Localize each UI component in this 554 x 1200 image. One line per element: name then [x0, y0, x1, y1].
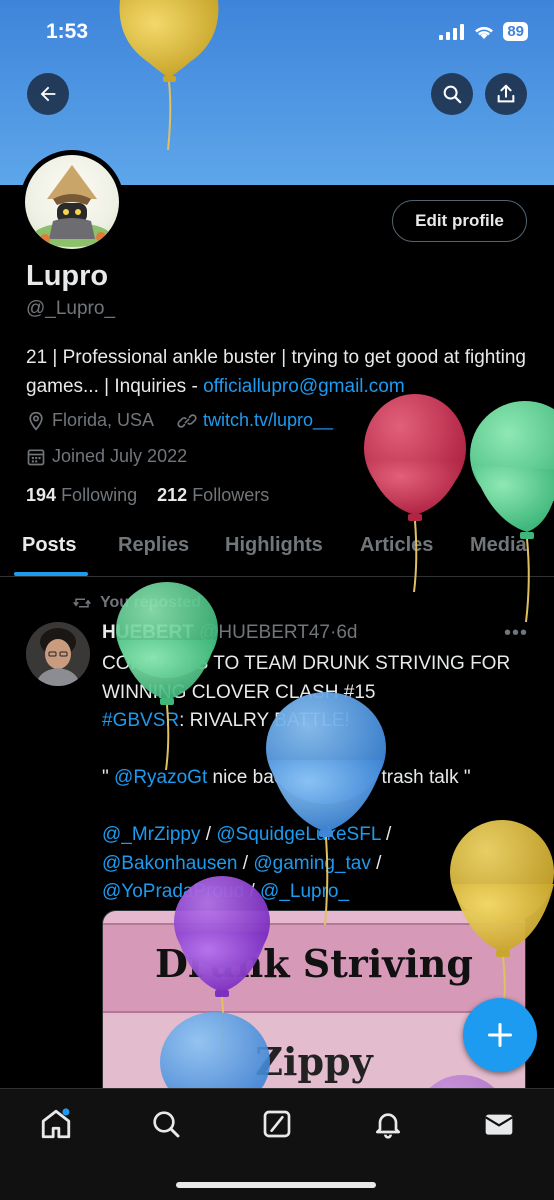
post-quote: " @RyazoGt nice backin up your trash tal…: [102, 764, 532, 793]
followers-link[interactable]: 212 Followers: [157, 485, 269, 505]
mail-icon: [485, 1114, 513, 1135]
bio-email-link[interactable]: officiallupro@gmail.com: [203, 376, 405, 397]
post-more-button[interactable]: •••: [504, 622, 528, 645]
followers-label: Followers: [192, 485, 270, 505]
post-mentions: @_MrZippy / @SquidgeLukeSFL / @Bakonhaus…: [102, 821, 532, 907]
back-button[interactable]: [27, 73, 69, 115]
profile-handle: @_Lupro_: [26, 298, 116, 319]
avatar-image: [34, 165, 110, 247]
nav-messages[interactable]: [481, 1106, 517, 1142]
mention-link[interactable]: @_Lupro_: [260, 881, 349, 902]
share-button[interactable]: [485, 73, 527, 115]
mention-link[interactable]: @gaming_tav: [253, 853, 371, 874]
profile-joined: Joined July 2022: [26, 446, 187, 467]
quote-mention-link[interactable]: @RyazoGt: [114, 767, 207, 788]
media-title: Drunk Striving: [155, 941, 473, 986]
home-icon: [41, 1108, 71, 1139]
post-author-handle[interactable]: @HUEBERT47: [199, 622, 330, 643]
tab-posts[interactable]: Posts: [22, 534, 76, 557]
profile-bio: 21 | Professional ankle buster | trying …: [26, 343, 536, 401]
website-link[interactable]: twitch.tv/lupro__: [203, 410, 333, 431]
mention-separator: /: [244, 881, 261, 902]
follow-stats: 194 Following 212 Followers: [26, 485, 269, 506]
edit-profile-button[interactable]: Edit profile: [392, 200, 527, 242]
post-author-name[interactable]: HUEBERT: [102, 622, 194, 643]
share-icon: [497, 84, 515, 103]
post-media-image[interactable]: Drunk Striving Zippy: [102, 910, 526, 1110]
status-bar: 1:53 89: [0, 0, 554, 64]
post-line-1: CONGRATS TO TEAM DRUNK STRIVING FOR WINN…: [102, 653, 511, 703]
post-line-2: #GBVSR: RIVALRY BATTLE!: [102, 707, 532, 736]
post-line-2-rest: : RIVALRY BATTLE!: [179, 710, 350, 731]
post-body: CONGRATS TO TEAM DRUNK STRIVING FOR WINN…: [102, 650, 532, 907]
repost-label: You reposted: [100, 594, 202, 611]
following-label: Following: [61, 485, 138, 505]
search-icon: [443, 85, 462, 104]
profile-name: Lupro: [26, 260, 109, 292]
tab-articles[interactable]: Articles: [360, 534, 433, 557]
calendar-icon: [27, 449, 45, 465]
balloon-green-right: [470, 401, 554, 623]
joined-text: Joined July 2022: [52, 446, 188, 466]
location-text: Florida, USA: [52, 410, 155, 430]
mention-separator: /: [200, 824, 217, 845]
battery-indicator: 89: [503, 22, 528, 41]
post-header: HUEBERT @HUEBERT47·6d: [102, 622, 357, 644]
mention-separator: /: [237, 852, 254, 874]
mention-link[interactable]: @SquidgeLukeSFL: [216, 824, 380, 845]
hashtag-link[interactable]: #GBVSR: [102, 710, 179, 731]
signal-icon: [439, 23, 465, 40]
media-subtitle: Zippy: [255, 1039, 373, 1084]
nav-notifications[interactable]: [370, 1106, 406, 1142]
nav-search[interactable]: [148, 1106, 184, 1142]
mention-link[interactable]: @YoPradaProud: [102, 881, 244, 902]
post-author-avatar[interactable]: [26, 622, 90, 686]
home-indicator: [176, 1182, 376, 1188]
tab-highlights[interactable]: Highlights: [225, 534, 323, 557]
tab-media[interactable]: Media: [470, 534, 527, 557]
link-icon: [177, 413, 197, 428]
following-count: 194: [26, 485, 57, 505]
profile-location: Florida, USA: [26, 410, 154, 431]
mention-link[interactable]: @_MrZippy: [102, 824, 200, 845]
bell-icon: [376, 1113, 400, 1139]
profile-avatar[interactable]: [20, 150, 124, 254]
wifi-icon: [475, 26, 494, 39]
profile-website[interactable]: twitch.tv/lupro__: [177, 410, 333, 431]
active-tab-indicator: [14, 572, 88, 576]
mention-separator: /: [380, 824, 397, 845]
repost-icon: [73, 598, 91, 608]
nav-grok[interactable]: [259, 1106, 295, 1142]
mention-link[interactable]: @Bakonhausen: [102, 853, 238, 874]
profile-tabs: Posts Replies Highlights Articles Media: [0, 522, 554, 577]
grok-icon: [263, 1110, 291, 1138]
arrow-left-icon: [40, 86, 56, 102]
author-avatar-image: [26, 622, 90, 686]
plus-icon: [487, 1022, 513, 1048]
quote-rest: nice backin up your trash talk ": [207, 767, 471, 788]
post-time: 6d: [336, 622, 358, 643]
status-time: 1:53: [46, 20, 89, 43]
quote-open: ": [102, 767, 115, 788]
tab-replies[interactable]: Replies: [118, 534, 189, 557]
followers-count: 212: [157, 485, 188, 505]
mention-separator: /: [370, 852, 387, 874]
search-button[interactable]: [431, 73, 473, 115]
following-link[interactable]: 194 Following: [26, 485, 137, 505]
nav-home[interactable]: [38, 1106, 74, 1142]
search-icon: [153, 1111, 180, 1138]
map-pin-icon: [29, 411, 43, 431]
repost-indicator: You reposted: [72, 594, 201, 612]
compose-button[interactable]: [463, 998, 537, 1072]
